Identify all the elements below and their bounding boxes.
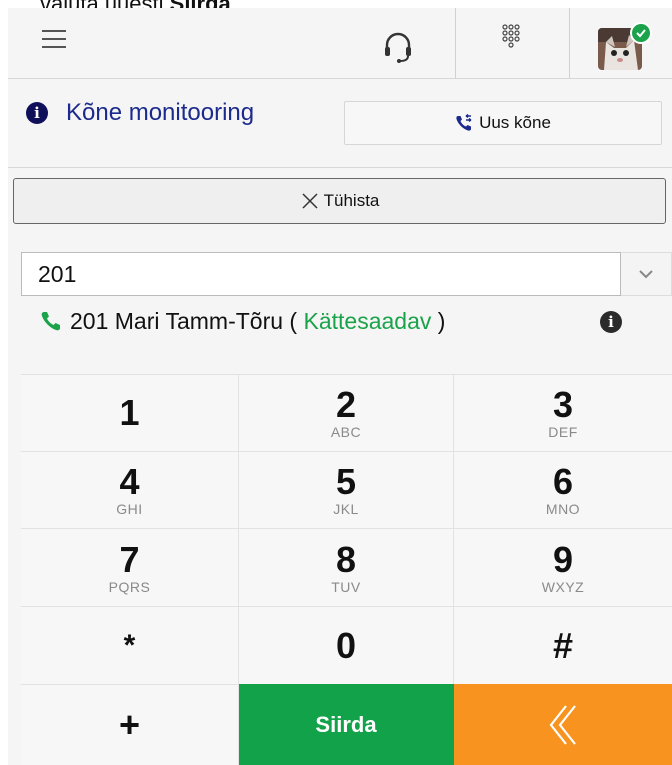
key-digit: 8: [335, 538, 357, 580]
key-digit: #: [552, 624, 574, 666]
key-letters: PQRS: [108, 578, 151, 595]
key-3[interactable]: 3 DEF: [454, 374, 672, 451]
key-digit: *: [123, 628, 136, 662]
double-chevron-left-icon: [549, 705, 576, 745]
contact-suggestion[interactable]: 201 Mari Tamm-Tõru ( Kättesaadav ): [38, 308, 638, 338]
new-call-label: Uus kõne: [479, 113, 551, 132]
key-letters: DEF: [548, 424, 578, 440]
cancel-button[interactable]: Tühista: [13, 178, 666, 224]
hamburger-icon[interactable]: [42, 30, 66, 48]
key-letters: ABC: [330, 424, 362, 440]
chevron-down-icon: [639, 270, 653, 279]
key-digit: 6: [552, 461, 574, 502]
key-letters: MNO: [545, 501, 581, 517]
key-letters: JKL: [333, 501, 359, 517]
info-icon[interactable]: i: [26, 102, 48, 124]
key-digit: 1: [119, 392, 140, 433]
headset-icon[interactable]: [380, 28, 416, 64]
key-7[interactable]: 7 PQRS: [21, 528, 239, 606]
paren-close: ): [431, 308, 446, 334]
key-letters: GHI: [116, 501, 143, 517]
cancel-label: Tühista: [323, 191, 380, 210]
key-0[interactable]: 0: [239, 606, 454, 684]
phone-icon: [41, 312, 60, 331]
key-digit: 2: [335, 384, 357, 425]
divider: [569, 8, 570, 78]
key-hash[interactable]: #: [454, 606, 672, 684]
key-letters: TUV: [331, 578, 361, 595]
number-input[interactable]: [21, 252, 621, 296]
transfer-button[interactable]: Siirda: [239, 684, 454, 765]
divider: [455, 8, 456, 78]
paren-open: (: [283, 308, 304, 334]
key-8[interactable]: 8 TUV: [239, 528, 454, 606]
top-bar: [8, 8, 672, 79]
phone-transfer-icon: [456, 114, 472, 131]
key-digit: 5: [335, 461, 357, 502]
key-letters: WXYZ: [541, 578, 585, 595]
key-digit: 7: [119, 538, 140, 580]
key-1[interactable]: 1: [21, 374, 239, 451]
status-label: Kättesaadav: [303, 308, 432, 334]
transfer-label: Siirda: [315, 712, 377, 737]
contact-info-icon[interactable]: i: [600, 311, 622, 333]
key-2[interactable]: 2 ABC: [239, 374, 454, 451]
key-digit: 0: [335, 624, 357, 666]
monitoring-row: i Kõne monitooring Uus kõne: [8, 79, 672, 168]
key-star[interactable]: *: [21, 606, 239, 684]
number-combobox: [21, 252, 672, 298]
key-9[interactable]: 9 WXYZ: [454, 528, 672, 606]
key-5[interactable]: 5 JKL: [239, 451, 454, 528]
dropdown-toggle[interactable]: [621, 252, 672, 296]
key-digit: 3: [552, 384, 574, 425]
dialpad-icon[interactable]: [501, 24, 521, 48]
back-button[interactable]: [454, 684, 672, 765]
contact-name: 201 Mari Tamm-Tõru: [70, 308, 284, 334]
softphone-panel: i Kõne monitooring Uus kõne Tühista 201 …: [8, 8, 672, 765]
suggestion-text: 201 Mari Tamm-Tõru ( Kättesaadav ): [70, 308, 445, 335]
plus-label: +: [118, 704, 141, 745]
dial-keypad: 1 2 ABC 3 DEF 4 GHI 5 JKL 6 MNO 7 PQRS 8 TUV 9W…: [21, 374, 672, 765]
call-monitoring-link[interactable]: Kõne monitooring: [66, 99, 254, 127]
key-digit: 4: [119, 461, 140, 502]
key-6[interactable]: 6 MNO: [454, 451, 672, 528]
plus-button[interactable]: +: [21, 684, 239, 765]
close-icon: [302, 193, 318, 209]
key-digit: 9: [552, 538, 574, 580]
new-call-button[interactable]: Uus kõne: [344, 101, 662, 145]
key-4[interactable]: 4 GHI: [21, 451, 239, 528]
status-badge: [630, 22, 652, 44]
